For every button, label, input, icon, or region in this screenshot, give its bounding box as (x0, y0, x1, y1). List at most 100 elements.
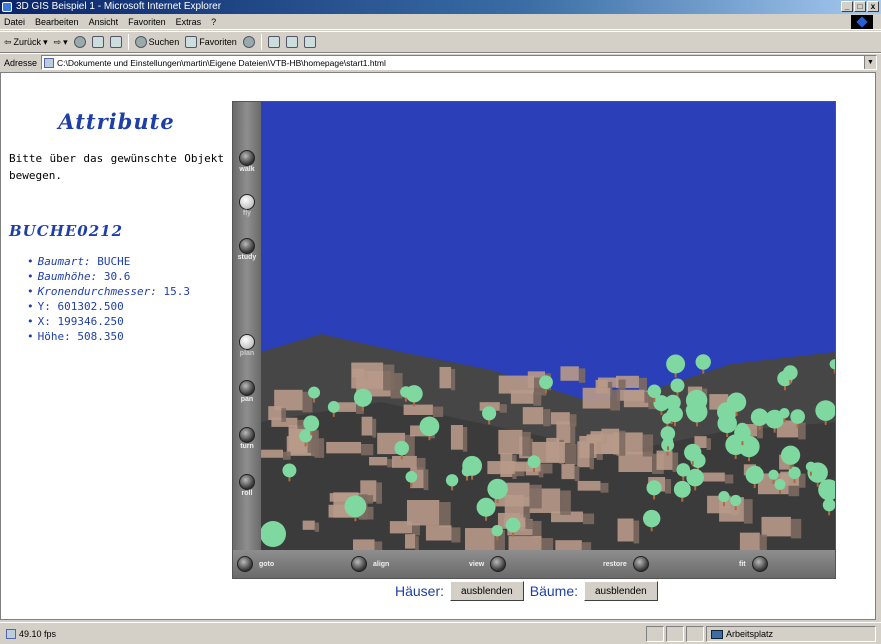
address-label: Adresse (4, 57, 38, 68)
building-side (638, 377, 648, 391)
nav-roll-button[interactable]: roll (235, 474, 259, 497)
menu-bearbeiten[interactable]: Bearbeiten (35, 14, 79, 29)
tree-crown (745, 465, 764, 485)
hide-houses-button[interactable]: ausblenden (450, 581, 524, 601)
menu-extras[interactable]: Extras (176, 14, 202, 29)
building (351, 362, 384, 389)
building (739, 532, 760, 550)
nav-label: walk (239, 166, 255, 173)
nav-pan-button[interactable]: pan (235, 380, 259, 403)
building-side (383, 364, 395, 391)
fit-button[interactable]: fit (739, 556, 768, 572)
tree-crown (779, 408, 790, 419)
align-button[interactable]: align (351, 556, 389, 572)
attribute-value: 199346.250 (57, 315, 124, 328)
attribute-value: 15.3 (163, 285, 190, 298)
building (450, 425, 463, 450)
mail-icon[interactable] (267, 36, 280, 48)
tree-crown (505, 517, 521, 533)
object-id: BUCHE0212 (9, 222, 124, 240)
menu-datei[interactable]: Datei (4, 14, 25, 29)
building (403, 404, 433, 415)
nav-walk-button[interactable]: walk (235, 150, 259, 173)
favorites-button[interactable]: Favoriten (185, 33, 237, 51)
print-icon[interactable] (285, 36, 298, 48)
view-button[interactable]: view (469, 556, 507, 572)
attribute-panel: Attribute Bitte über das gewünschte Obje… (9, 109, 224, 344)
home-icon[interactable] (109, 36, 122, 48)
tree-crown (805, 461, 816, 472)
title-bar[interactable]: 3D GIS Beispiel 1 - Microsoft Internet E… (0, 0, 881, 14)
tree-crown (299, 429, 313, 443)
address-dropdown-icon[interactable]: ▼ (864, 56, 876, 69)
search-button[interactable]: Suchen (134, 33, 179, 51)
tree-crown (726, 392, 747, 412)
close-button[interactable]: x (867, 1, 879, 12)
tree-crown (308, 386, 321, 399)
nav-fly-button[interactable]: fly (235, 194, 259, 217)
goto-button[interactable]: goto (237, 556, 274, 572)
tree-crown (666, 406, 683, 423)
menu-favoriten[interactable]: Favoriten (128, 14, 166, 29)
history-icon[interactable] (242, 36, 255, 48)
tree-crown (670, 378, 685, 393)
building (369, 456, 388, 466)
vertical-scrollbar[interactable] (876, 72, 881, 620)
menu-help[interactable]: ? (211, 14, 216, 29)
edit-icon[interactable] (303, 36, 316, 48)
page-title: Attribute (58, 109, 175, 134)
tree-crown (400, 386, 412, 398)
maximize-button[interactable]: □ (854, 1, 866, 12)
nav-study-button[interactable]: study (235, 238, 259, 261)
hide-trees-button[interactable]: ausblenden (584, 581, 658, 601)
status-bar: 49.10 fps Arbeitsplatz (0, 622, 881, 644)
building (522, 407, 544, 425)
3d-scene-canvas (261, 102, 835, 550)
building-side (582, 513, 595, 525)
tree-crown (790, 409, 805, 424)
security-zone: Arbeitsplatz (706, 626, 876, 642)
study-icon (239, 238, 255, 254)
minimize-button[interactable]: _ (841, 1, 853, 12)
nav-plan-button[interactable]: plan (235, 334, 259, 357)
nav-label: study (237, 254, 257, 261)
forward-button[interactable]: ⇨ ▾ (54, 33, 68, 51)
status-panel (686, 626, 704, 642)
building (561, 464, 575, 480)
building-side (314, 522, 320, 532)
pan-icon (239, 380, 255, 396)
3d-viewer[interactable]: walk fly study plan pan turn roll goto align vie… (232, 101, 836, 579)
3d-scene[interactable] (261, 102, 835, 550)
back-button[interactable]: ⇦ Zurück ▾ (4, 33, 48, 51)
restore-button[interactable]: restore (603, 556, 649, 572)
nav-label: pan (240, 396, 254, 403)
refresh-icon[interactable] (91, 36, 104, 48)
nav-turn-button[interactable]: turn (235, 427, 259, 450)
page-icon (6, 628, 16, 639)
tree-crown (718, 490, 730, 503)
goto-label: goto (259, 560, 275, 568)
building-side (565, 443, 577, 465)
tree-crown (684, 443, 702, 462)
address-bar: Adresse C:\Dokumente und Einstellungen\m… (0, 53, 881, 71)
building (560, 366, 579, 381)
tree-crown (482, 406, 497, 421)
building (550, 412, 570, 425)
attribute-value: 601302.500 (57, 300, 124, 313)
goto-icon (237, 556, 253, 572)
building-side (451, 527, 461, 543)
stop-icon[interactable] (73, 36, 86, 48)
building (510, 390, 534, 404)
favorites-icon (185, 36, 198, 48)
building-side (522, 431, 531, 457)
attribute-list: Baumart: BUCHEBaumhöhe: 30.6Kronendurchm… (37, 254, 224, 344)
building-side (432, 406, 444, 417)
search-icon (134, 36, 147, 48)
tree-crown (695, 354, 711, 370)
building-side (376, 482, 382, 504)
menu-ansicht[interactable]: Ansicht (89, 14, 119, 29)
building (353, 539, 375, 550)
attribute-item: Kronendurchmesser: 15.3 (37, 284, 224, 299)
tree-crown (261, 521, 286, 547)
address-input[interactable]: C:\Dokumente und Einstellungen\martin\Ei… (41, 55, 877, 70)
